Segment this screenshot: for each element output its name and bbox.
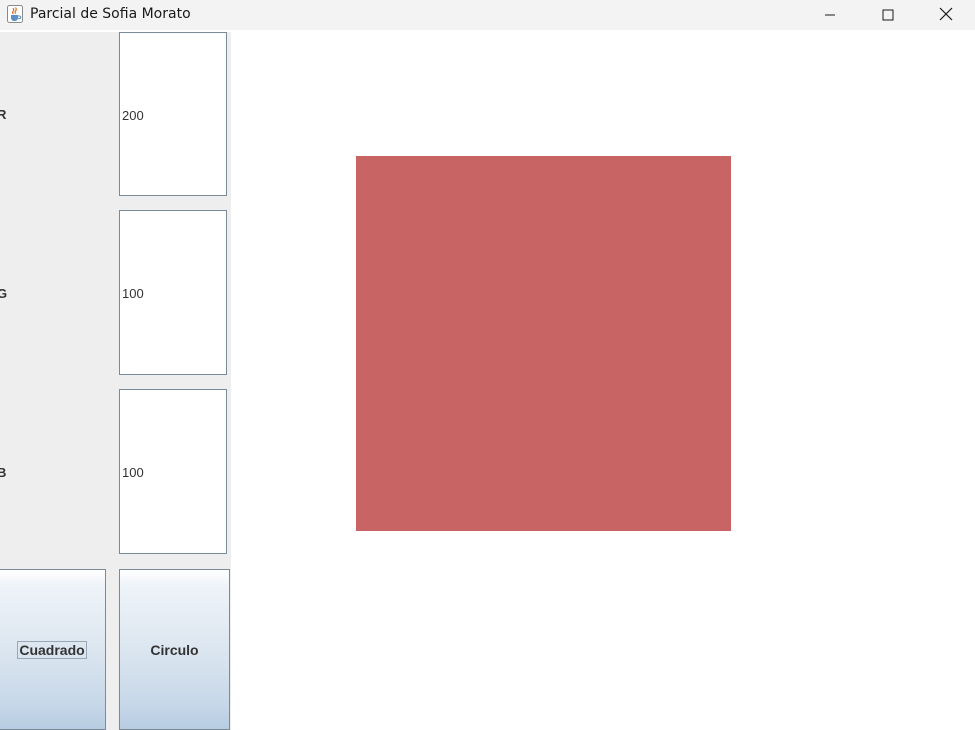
maximize-button[interactable] bbox=[859, 0, 917, 30]
circle-button[interactable]: Circulo bbox=[119, 569, 230, 730]
maximize-icon bbox=[882, 6, 894, 25]
app-window: Parcial de Sofia Morato R 200 G 100 B 10… bbox=[0, 0, 975, 730]
title-bar[interactable]: Parcial de Sofia Morato bbox=[0, 0, 975, 30]
drawing-canvas bbox=[231, 32, 975, 730]
b-label: B bbox=[0, 465, 7, 480]
r-field[interactable]: 200 bbox=[119, 32, 227, 196]
java-cup-icon bbox=[7, 5, 23, 23]
b-field-value: 100 bbox=[122, 465, 144, 480]
g-field[interactable]: 100 bbox=[119, 210, 227, 375]
close-icon bbox=[939, 6, 953, 25]
square-button-label: Cuadrado bbox=[17, 640, 87, 659]
minimize-icon bbox=[824, 6, 836, 25]
square-button[interactable]: Cuadrado bbox=[0, 569, 106, 730]
window-title: Parcial de Sofia Morato bbox=[30, 6, 191, 22]
close-button[interactable] bbox=[917, 0, 975, 30]
circle-button-label: Circulo bbox=[150, 641, 199, 658]
minimize-button[interactable] bbox=[801, 0, 859, 30]
r-field-value: 200 bbox=[122, 108, 144, 123]
b-field[interactable]: 100 bbox=[119, 389, 227, 554]
r-label: R bbox=[0, 107, 7, 122]
g-label: G bbox=[0, 286, 8, 301]
drawn-square bbox=[356, 156, 731, 531]
g-field-value: 100 bbox=[122, 286, 144, 301]
